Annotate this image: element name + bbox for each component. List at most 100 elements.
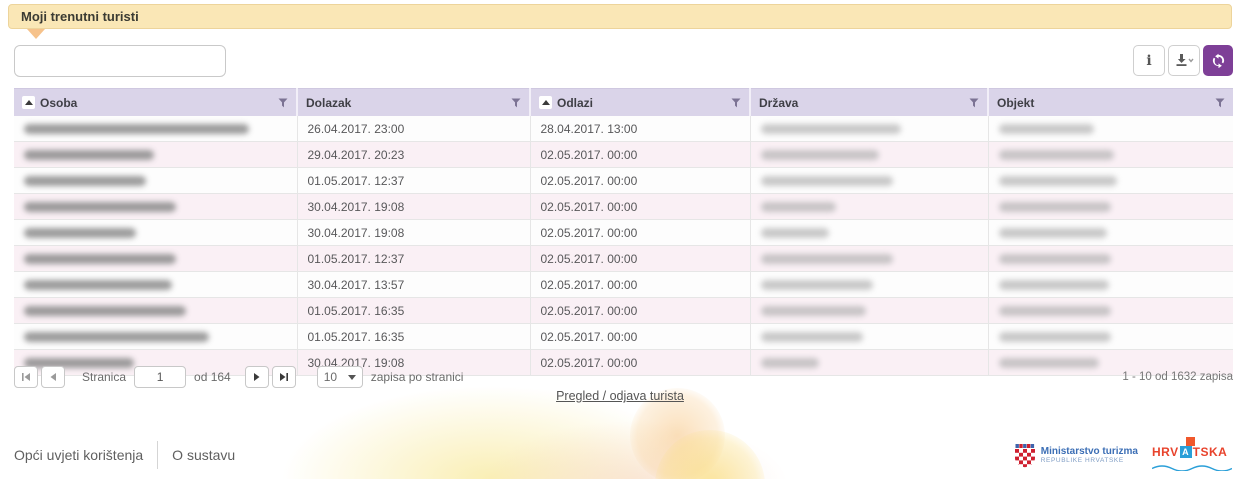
page-number-input[interactable] bbox=[134, 366, 186, 388]
redacted-text bbox=[999, 306, 1111, 316]
column-header-odlazi[interactable]: Odlazi bbox=[530, 89, 750, 117]
person-cell bbox=[14, 168, 297, 194]
object-cell bbox=[988, 246, 1233, 272]
person-cell bbox=[14, 142, 297, 168]
prev-page-icon bbox=[48, 372, 58, 382]
table-row[interactable]: 30.04.2017. 19:0802.05.2017. 00:00 bbox=[14, 194, 1233, 220]
departure-cell: 02.05.2017. 00:00 bbox=[530, 220, 750, 246]
filter-icon[interactable] bbox=[278, 98, 288, 108]
person-cell bbox=[14, 116, 297, 142]
filter-icon[interactable] bbox=[731, 98, 741, 108]
terms-of-use-link[interactable]: Opći uvjeti korištenja bbox=[14, 447, 143, 463]
column-header-drzava[interactable]: Država bbox=[750, 89, 988, 117]
grid-toolbar: i bbox=[14, 45, 1233, 79]
info-button[interactable]: i bbox=[1133, 45, 1165, 76]
person-cell bbox=[14, 272, 297, 298]
redacted-text bbox=[999, 150, 1114, 160]
ministry-of-tourism-logo: Ministarstvo turizma REPUBLIKE HRVATSKE bbox=[1014, 443, 1138, 468]
person-cell bbox=[14, 194, 297, 220]
page-size-value: 10 bbox=[324, 370, 337, 384]
table-row[interactable]: 01.05.2017. 12:3702.05.2017. 00:00 bbox=[14, 246, 1233, 272]
table-row[interactable]: 01.05.2017. 12:3702.05.2017. 00:00 bbox=[14, 168, 1233, 194]
table-body: 26.04.2017. 23:0028.04.2017. 13:0029.04.… bbox=[14, 116, 1233, 376]
country-cell bbox=[750, 142, 988, 168]
filter-icon[interactable] bbox=[1215, 98, 1225, 108]
checkout-tourists-link[interactable]: Pregled / odjava turista bbox=[556, 389, 684, 403]
person-cell bbox=[14, 324, 297, 350]
action-link-row: Pregled / odjava turista bbox=[0, 387, 1240, 405]
evisitor-current-tourists-page: Moji trenutni turisti i bbox=[0, 0, 1240, 479]
redacted-text bbox=[24, 202, 176, 212]
filter-icon[interactable] bbox=[511, 98, 521, 108]
records-info: 1 - 10 od 1632 zapisa bbox=[1122, 371, 1233, 383]
next-page-icon bbox=[252, 372, 262, 382]
last-page-button[interactable] bbox=[272, 366, 296, 388]
table-row[interactable]: 29.04.2017. 20:2302.05.2017. 00:00 bbox=[14, 142, 1233, 168]
object-cell bbox=[988, 272, 1233, 298]
htz-orange-square bbox=[1186, 437, 1195, 446]
country-cell bbox=[750, 246, 988, 272]
prev-page-button[interactable] bbox=[41, 366, 65, 388]
redacted-text bbox=[999, 254, 1111, 264]
redacted-text bbox=[24, 280, 172, 290]
departure-cell: 28.04.2017. 13:00 bbox=[530, 116, 750, 142]
object-cell bbox=[988, 194, 1233, 220]
redacted-text bbox=[761, 176, 893, 186]
person-cell bbox=[14, 298, 297, 324]
arrival-cell: 26.04.2017. 23:00 bbox=[297, 116, 530, 142]
page-footer: Opći uvjeti korištenja O sustavu bbox=[0, 433, 1240, 479]
departure-cell: 02.05.2017. 00:00 bbox=[530, 168, 750, 194]
redacted-text bbox=[24, 254, 176, 264]
export-download-button[interactable] bbox=[1168, 45, 1200, 76]
country-cell bbox=[750, 116, 988, 142]
htz-letter-a: A bbox=[1180, 446, 1192, 458]
filter-icon[interactable] bbox=[969, 98, 979, 108]
arrival-cell: 01.05.2017. 16:35 bbox=[297, 324, 530, 350]
arrival-cell: 01.05.2017. 12:37 bbox=[297, 246, 530, 272]
object-cell bbox=[988, 142, 1233, 168]
ministry-subtitle: REPUBLIKE HRVATSKE bbox=[1041, 457, 1138, 465]
redacted-text bbox=[24, 150, 154, 160]
redacted-text bbox=[24, 332, 209, 342]
table-row[interactable]: 01.05.2017. 16:3502.05.2017. 00:00 bbox=[14, 324, 1233, 350]
arrival-cell: 30.04.2017. 13:57 bbox=[297, 272, 530, 298]
page-title: Moji trenutni turisti bbox=[21, 9, 139, 24]
redacted-text bbox=[999, 124, 1094, 134]
column-header-objekt[interactable]: Objekt bbox=[988, 89, 1233, 117]
last-page-icon bbox=[279, 372, 289, 382]
htz-word-right: TSKA bbox=[1193, 446, 1228, 458]
first-page-icon bbox=[21, 372, 31, 382]
column-header-osoba[interactable]: Osoba bbox=[14, 89, 297, 117]
redacted-text bbox=[24, 124, 249, 134]
refresh-button[interactable] bbox=[1203, 45, 1233, 76]
search-input[interactable] bbox=[14, 45, 226, 77]
redacted-text bbox=[761, 306, 866, 316]
country-cell bbox=[750, 298, 988, 324]
table-row[interactable]: 30.04.2017. 13:5702.05.2017. 00:00 bbox=[14, 272, 1233, 298]
toolbar-buttons: i bbox=[1133, 45, 1233, 76]
active-tab-bar[interactable]: Moji trenutni turisti bbox=[8, 4, 1232, 29]
departure-cell: 02.05.2017. 00:00 bbox=[530, 246, 750, 272]
column-label: Odlazi bbox=[557, 96, 593, 110]
redacted-text bbox=[24, 176, 146, 186]
country-cell bbox=[750, 194, 988, 220]
next-page-button[interactable] bbox=[245, 366, 269, 388]
tourists-table: Osoba Dolazak Odlazi bbox=[14, 88, 1233, 376]
redacted-text bbox=[761, 124, 901, 134]
redacted-text bbox=[999, 176, 1117, 186]
first-page-button[interactable] bbox=[14, 366, 38, 388]
column-label: Objekt bbox=[997, 96, 1034, 110]
redacted-text bbox=[999, 332, 1111, 342]
chevron-down-icon bbox=[348, 375, 356, 380]
column-header-dolazak[interactable]: Dolazak bbox=[297, 89, 530, 117]
table-row[interactable]: 26.04.2017. 23:0028.04.2017. 13:00 bbox=[14, 116, 1233, 142]
table-row[interactable]: 30.04.2017. 19:0802.05.2017. 00:00 bbox=[14, 220, 1233, 246]
page-label: Stranica bbox=[82, 370, 126, 384]
sort-asc-icon bbox=[22, 96, 35, 109]
column-label: Osoba bbox=[40, 96, 77, 110]
about-system-link[interactable]: O sustavu bbox=[172, 447, 235, 463]
redacted-text bbox=[761, 332, 863, 342]
page-size-select[interactable]: 10 bbox=[317, 366, 363, 388]
table-row[interactable]: 01.05.2017. 16:3502.05.2017. 00:00 bbox=[14, 298, 1233, 324]
departure-cell: 02.05.2017. 00:00 bbox=[530, 298, 750, 324]
